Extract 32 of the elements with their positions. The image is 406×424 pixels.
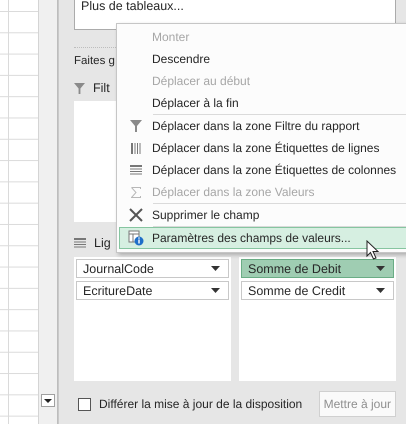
dropdown-arrow-icon[interactable]: [376, 266, 385, 271]
row-labels-icon: [130, 142, 142, 154]
menu-item[interactable]: Supprimer le champ: [119, 204, 406, 226]
field-item[interactable]: Somme de Credit: [241, 281, 394, 300]
zone-title: Filt: [93, 81, 110, 95]
zone-title: Lig: [94, 236, 111, 250]
row-labels-icon: [74, 238, 86, 248]
field-settings-icon: [128, 230, 144, 246]
dropdown-arrow-icon[interactable]: [211, 266, 220, 271]
funnel-icon: [74, 82, 85, 94]
scroll-down-button[interactable]: [41, 394, 55, 407]
scrollbar[interactable]: [38, 0, 58, 424]
menu-item[interactable]: Déplacer dans la zone Étiquettes de lignes: [119, 137, 406, 159]
menu-item[interactable]: Déplacer à la fin: [119, 92, 406, 114]
down-arrow-icon: [44, 398, 52, 402]
dropdown-arrow-icon[interactable]: [376, 288, 385, 293]
field-item[interactable]: EcritureDate: [76, 281, 229, 300]
checkbox-label: Différer la mise à jour de la disposition: [99, 397, 302, 411]
column-labels-icon: [130, 165, 142, 175]
checkbox[interactable]: [78, 398, 91, 410]
menu-item[interactable]: Déplacer dans la zone Étiquettes de colonnes: [119, 159, 406, 181]
more-tables-link[interactable]: Plus de tableaux...: [81, 0, 184, 13]
field-item[interactable]: Somme de Debit: [241, 259, 394, 278]
close-icon: [129, 208, 143, 222]
funnel-icon: [130, 120, 142, 132]
sigma-icon: [131, 186, 141, 198]
dropdown-arrow-icon[interactable]: [211, 288, 220, 293]
hint-text: Faites g: [74, 55, 115, 67]
field-item[interactable]: JournalCode: [76, 259, 229, 278]
menu-item[interactable]: Descendre: [119, 48, 406, 70]
menu-item[interactable]: Déplacer dans la zone Filtre du rapport: [119, 115, 406, 137]
menu-item[interactable]: Paramètres des champs de valeurs...: [119, 227, 406, 249]
